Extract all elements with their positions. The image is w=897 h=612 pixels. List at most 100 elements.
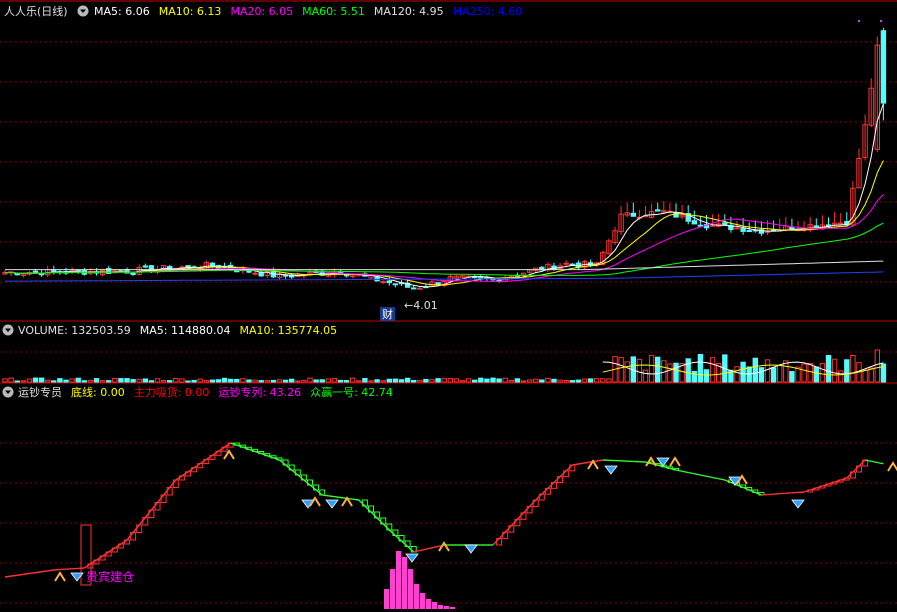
indicator-line-segment — [41, 570, 48, 573]
candle-body — [14, 272, 20, 276]
finance-badge[interactable]: 财 — [380, 307, 395, 321]
accumulation-bar — [402, 557, 407, 609]
stock-title: 人人乐(日线) — [4, 4, 68, 18]
volume-bar — [673, 362, 679, 383]
volume-bar — [844, 359, 850, 383]
volume-bar — [752, 357, 758, 383]
volume-bar — [75, 377, 81, 383]
accumulation-bar — [396, 551, 401, 609]
vip-signal-label: 贵宾建仓 — [86, 569, 134, 584]
volume-bar — [32, 377, 39, 383]
volume-bar — [758, 367, 765, 383]
candle-body — [630, 212, 636, 217]
volume-legend: VOLUME: 132503.59 MA5: 114880.04 MA10: 135… — [2, 324, 337, 337]
accumulation-bar — [444, 606, 449, 609]
volume-bar — [685, 358, 691, 383]
candle-body — [655, 209, 661, 212]
legend-主力吸货: 主力吸货: 0.00 — [134, 385, 210, 399]
volume-bar — [539, 379, 545, 383]
volume-bar — [282, 379, 289, 383]
legend-MA120: MA120: 4.95 — [374, 5, 444, 18]
volume-bar — [423, 378, 429, 383]
indicator-settings-icon[interactable] — [2, 386, 14, 398]
volume-bar — [246, 379, 252, 383]
legend-MA5: MA5: 6.06 — [94, 5, 150, 18]
volume-bar — [14, 380, 20, 383]
legend-MA10: MA10: 6.13 — [159, 5, 222, 18]
candle-body — [673, 212, 679, 218]
accumulation-bar — [438, 605, 443, 609]
candle-body — [734, 227, 740, 230]
indicator-line-segment — [578, 462, 585, 465]
legend-VOLUME: VOLUME: 132503.59 — [18, 324, 131, 337]
volume-bar — [472, 379, 478, 383]
event-marker — [880, 20, 882, 22]
volume-bar — [343, 380, 350, 383]
volume-bar — [191, 379, 197, 383]
main-settings-icon[interactable] — [77, 5, 89, 17]
volume-bar — [484, 378, 490, 383]
volume-bar — [697, 353, 704, 383]
candle-body — [209, 262, 216, 267]
volume-bar — [81, 380, 87, 383]
volume-bar — [825, 355, 832, 383]
candle-body — [392, 283, 399, 286]
volume-bar — [118, 378, 124, 383]
volume-bar — [167, 380, 173, 383]
candle-body — [722, 222, 728, 225]
volume-bar — [703, 369, 710, 383]
volume-bar — [569, 380, 575, 383]
volume-bar — [551, 378, 557, 383]
volume-settings-icon[interactable] — [2, 324, 14, 336]
volume-bar — [63, 379, 69, 383]
legend-底线: 底线: 0.00 — [71, 385, 125, 399]
candle-body — [386, 280, 393, 284]
candle-body — [380, 281, 386, 284]
candle-body — [252, 272, 258, 275]
volume-bar — [148, 380, 155, 383]
candle-body — [130, 272, 136, 275]
candle-body — [691, 220, 697, 225]
volume-bar — [130, 379, 136, 383]
volume-ma-legend: VOLUME: 132503.59 MA5: 114880.04 MA10: 135… — [18, 324, 337, 337]
volume-bar — [51, 380, 57, 383]
indicator-line-segment — [35, 571, 42, 574]
volume-bar — [234, 378, 240, 383]
volume-bar — [93, 378, 100, 383]
volume-bar — [411, 379, 417, 383]
volume-bar — [185, 380, 191, 383]
volume-bar — [57, 378, 63, 383]
candle-body — [185, 265, 191, 268]
stock-chart[interactable]: 人人乐(日线) MA5: 6.06 MA10: 6.13 MA20: 6.05 MA6… — [0, 0, 897, 612]
volume-bar — [404, 377, 411, 383]
accumulation-bar — [420, 593, 425, 609]
legend-MA10: MA10: 135774.05 — [239, 324, 337, 337]
candle-body — [563, 262, 569, 265]
volume-bar — [221, 377, 228, 383]
indicator-line-segment — [584, 461, 591, 464]
volume-bar — [655, 356, 661, 383]
candle-body — [417, 287, 423, 290]
volume-bar — [270, 379, 277, 383]
low-price-label: ←4.01 — [404, 299, 438, 312]
volume-bar — [289, 378, 295, 383]
candle-body — [746, 230, 752, 233]
volume-bar — [740, 361, 746, 383]
volume-bar — [215, 379, 222, 383]
candle-body — [880, 30, 887, 104]
volume-bar — [496, 378, 502, 383]
indicator-line-segment — [47, 569, 54, 572]
volume-bar — [386, 378, 393, 383]
volume-bar — [575, 379, 582, 383]
volume-bar — [362, 378, 368, 383]
legend-MA5: MA5: 114880.04 — [140, 324, 231, 337]
volume-bar — [514, 378, 521, 383]
volume-bar — [587, 378, 594, 383]
volume-bar — [770, 367, 777, 383]
accumulation-bar — [390, 569, 395, 609]
indicator-line-segment — [334, 495, 341, 499]
accumulation-bar — [414, 584, 419, 609]
indicator-legend: 运钞专员 底线: 0.00 主力吸货: 0.00 运钞专列: 43.26 众赢一号: 4… — [2, 385, 393, 399]
volume-bar — [478, 377, 484, 383]
indicator-line-segment — [328, 495, 335, 498]
